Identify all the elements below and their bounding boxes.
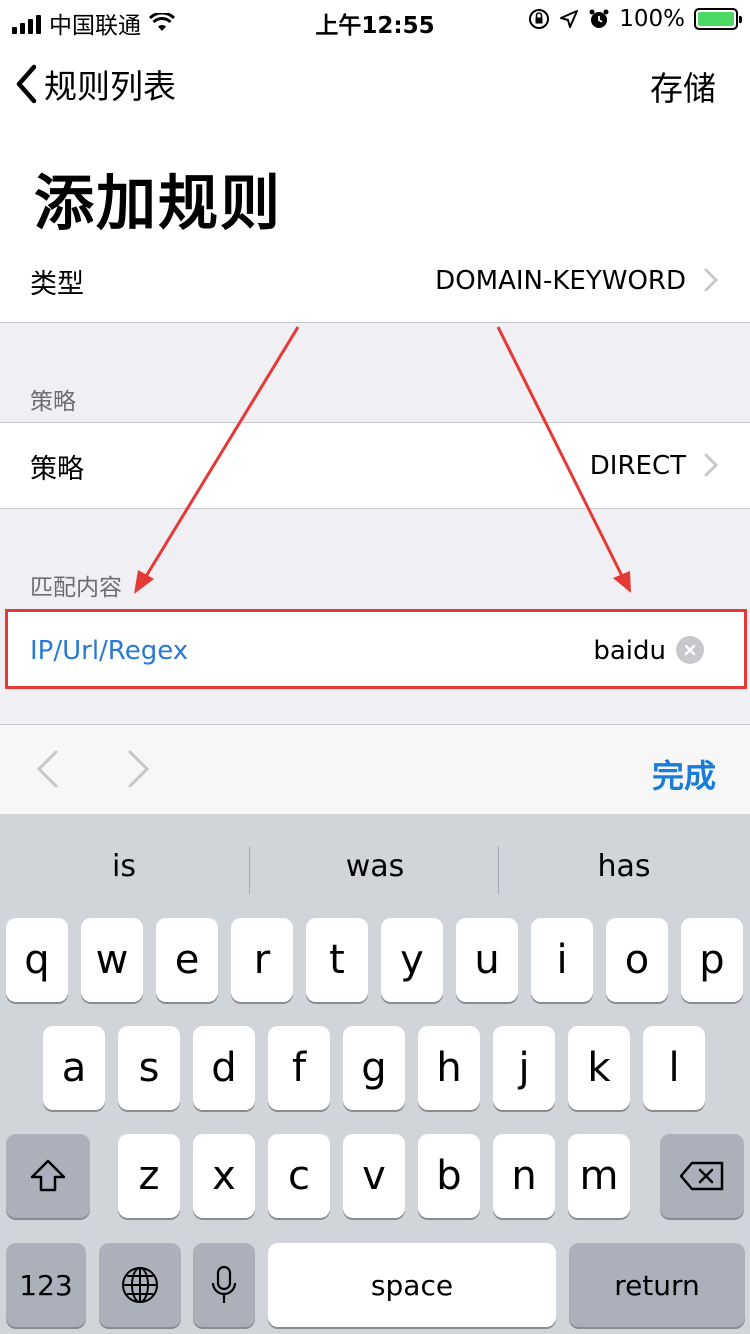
close-icon — [684, 644, 696, 656]
suggestion-item[interactable]: has — [500, 828, 748, 904]
globe-key[interactable] — [99, 1243, 181, 1327]
clear-text-button[interactable] — [676, 636, 704, 664]
key-s[interactable]: s — [118, 1026, 180, 1110]
numbers-key[interactable]: 123 — [6, 1243, 86, 1327]
done-button[interactable]: 完成 — [652, 751, 716, 797]
key-h[interactable]: h — [418, 1026, 480, 1110]
divider — [498, 846, 499, 894]
key-g[interactable]: g — [343, 1026, 405, 1110]
shift-key[interactable] — [6, 1134, 90, 1218]
key-t[interactable]: t — [306, 918, 368, 1002]
key-y[interactable]: y — [381, 918, 443, 1002]
previous-field-button[interactable] — [34, 749, 60, 789]
key-i[interactable]: i — [531, 918, 593, 1002]
backspace-icon — [679, 1161, 724, 1191]
delete-key[interactable] — [660, 1134, 744, 1218]
next-field-button[interactable] — [126, 749, 152, 789]
key-d[interactable]: d — [193, 1026, 255, 1110]
shift-icon — [30, 1159, 66, 1192]
key-v[interactable]: v — [343, 1134, 405, 1218]
match-content-row[interactable]: IP/Url/Regex baidu — [5, 609, 747, 689]
match-field-label: IP/Url/Regex — [30, 636, 189, 666]
key-x[interactable]: x — [193, 1134, 255, 1218]
key-k[interactable]: k — [568, 1026, 630, 1110]
suggestion-item[interactable]: is — [0, 828, 248, 904]
globe-icon — [122, 1267, 158, 1303]
key-m[interactable]: m — [568, 1134, 630, 1218]
key-a[interactable]: a — [43, 1026, 105, 1110]
annotation-arrows — [134, 326, 631, 594]
match-field-input[interactable]: baidu — [593, 636, 666, 666]
keyboard: is was has q w e r t y u i o p a s d f g… — [0, 814, 750, 1334]
space-key[interactable]: space — [268, 1243, 556, 1327]
key-z[interactable]: z — [118, 1134, 180, 1218]
keyboard-accessory-bar: 完成 — [0, 724, 750, 814]
key-q[interactable]: q — [6, 918, 68, 1002]
key-p[interactable]: p — [681, 918, 743, 1002]
key-n[interactable]: n — [493, 1134, 555, 1218]
return-key[interactable]: return — [569, 1243, 745, 1327]
key-w[interactable]: w — [81, 918, 143, 1002]
suggestion-bar: is was has — [0, 828, 750, 904]
key-u[interactable]: u — [456, 918, 518, 1002]
key-b[interactable]: b — [418, 1134, 480, 1218]
microphone-icon — [211, 1265, 237, 1303]
key-l[interactable]: l — [643, 1026, 705, 1110]
suggestion-item[interactable]: was — [251, 828, 499, 904]
key-f[interactable]: f — [268, 1026, 330, 1110]
divider — [249, 846, 250, 894]
key-o[interactable]: o — [606, 918, 668, 1002]
key-j[interactable]: j — [493, 1026, 555, 1110]
key-r[interactable]: r — [231, 918, 293, 1002]
key-e[interactable]: e — [156, 918, 218, 1002]
dictation-key[interactable] — [193, 1243, 255, 1327]
key-c[interactable]: c — [268, 1134, 330, 1218]
